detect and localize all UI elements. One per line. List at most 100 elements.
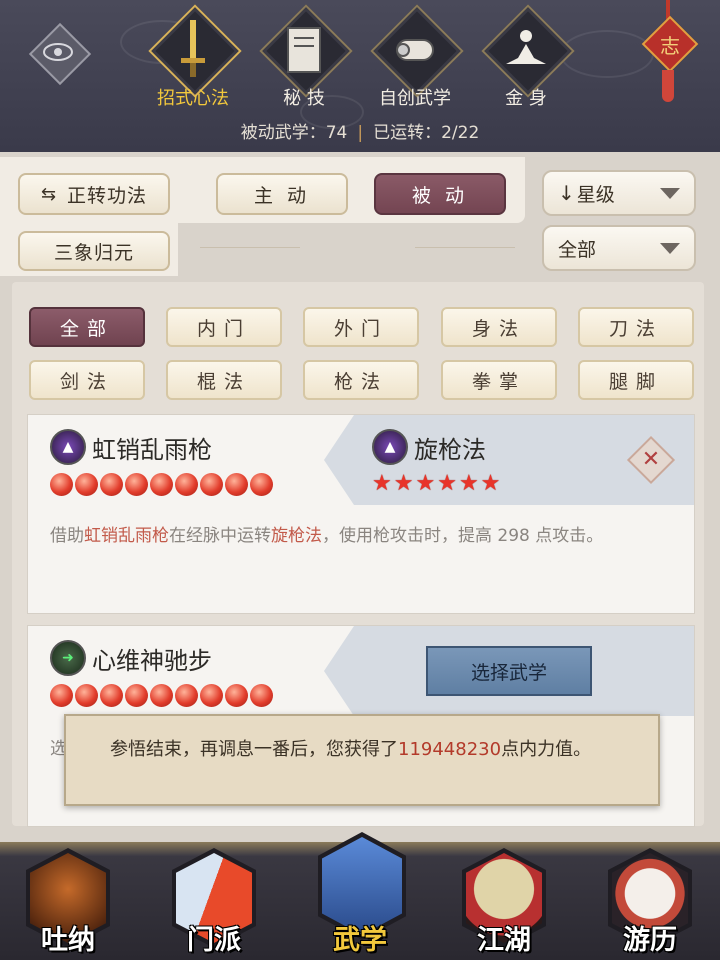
star-icon: ★	[393, 471, 414, 496]
star-icon: ★	[372, 471, 392, 496]
flame-rank-icon	[225, 684, 248, 707]
tab-jinshen-label: 金 身	[505, 88, 547, 109]
desc-mid: 在经脉中运转	[169, 526, 271, 546]
passive-skills-tab[interactable]: 被 动	[374, 173, 506, 215]
linked-skill-header[interactable]: ▲ 旋枪法	[372, 429, 486, 465]
flame-rank-icon	[100, 684, 123, 707]
star-icon: ★	[437, 471, 457, 496]
primary-skill-rank	[50, 684, 273, 707]
category-daofa[interactable]: 刀法	[578, 307, 694, 347]
category-quanzhang[interactable]: 拳掌	[441, 360, 557, 400]
spear-skill-icon: ▲	[372, 429, 408, 465]
swap-arrows-icon: ⇆	[40, 183, 58, 205]
select-skill-button[interactable]: 选择武学	[426, 646, 592, 696]
book-icon	[287, 27, 321, 73]
tab-zichuang-label: 自创武学	[379, 88, 451, 109]
scroll-icon	[396, 39, 434, 61]
footwork-skill-icon: ➜	[50, 640, 86, 676]
category-label: 枪法	[333, 370, 388, 393]
nav-menpai-label: 门派	[187, 925, 241, 956]
ornament-line-left	[200, 247, 300, 248]
scope-dropdown[interactable]: 全部	[542, 225, 696, 271]
primary-skill-header[interactable]: ▲ 虹销乱雨枪	[50, 429, 212, 465]
select-skill-label: 选择武学	[470, 661, 547, 684]
ornament-line-right	[415, 247, 515, 248]
category-label: 腿脚	[608, 370, 663, 393]
rotate-technique-label: 正转功法	[67, 184, 148, 207]
flame-rank-icon	[150, 473, 173, 496]
tab-miji[interactable]	[264, 10, 344, 90]
tab-zhaoshi-label: 招式心法	[157, 88, 229, 109]
category-gunfa[interactable]: 棍法	[166, 360, 282, 400]
close-icon: ✕	[641, 447, 661, 472]
flame-rank-icon	[75, 684, 98, 707]
linked-skill-name: 旋枪法	[414, 435, 486, 464]
charm-ornament[interactable]: 志	[641, 0, 699, 110]
desc-skill1: 虹销乱雨枪	[84, 526, 169, 546]
nav-youli-label: 游历	[623, 925, 677, 956]
star-icon: ★	[480, 471, 501, 496]
stats-line: 被动武学：74 | 已运转：2/22	[0, 118, 720, 143]
scope-dropdown-label: 全部	[558, 238, 597, 261]
chevron-down-icon	[660, 243, 680, 254]
category-jianfa[interactable]: 剑法	[29, 360, 145, 400]
meditation-icon	[506, 30, 546, 64]
category-waimen[interactable]: 外门	[303, 307, 419, 347]
flame-rank-icon	[175, 684, 198, 707]
flame-rank-icon	[175, 473, 198, 496]
tab-zichuang[interactable]	[375, 10, 455, 90]
flame-rank-icon	[250, 473, 273, 496]
skill-card-1: ▲ 虹销乱雨枪 ▲ 旋枪法 ★ ★ ★ ★ ★ ★ ✕ 借助虹销乱雨枪在经脉中运转旋枪法，…	[27, 414, 695, 614]
passive-count-label: 被动武学：	[240, 123, 326, 143]
category-label: 身法	[471, 317, 526, 340]
sort-dropdown-label: 星级	[576, 183, 615, 206]
category-label: 内门	[196, 317, 251, 340]
flame-rank-icon	[200, 473, 223, 496]
primary-skill-name: 虹销乱雨枪	[92, 435, 212, 464]
arrow-down-icon: ↓	[558, 181, 575, 205]
top-header: 招式心法 秘 技 自创武学 金 身 志 被动武学：74 | 已运转：2/22	[0, 0, 720, 152]
primary-skill-header[interactable]: ➜ 心维神驰步	[50, 640, 212, 676]
tab-zhaoshi[interactable]	[153, 10, 233, 90]
category-shenfa[interactable]: 身法	[441, 307, 557, 347]
category-label: 全部	[59, 317, 114, 340]
sort-dropdown[interactable]: ↓ 星级	[542, 170, 696, 216]
star-icon: ★	[458, 471, 479, 496]
charm-label: 志	[660, 34, 680, 58]
category-tuijiao[interactable]: 腿脚	[578, 360, 694, 400]
primary-skill-name: 心维神驰步	[92, 646, 212, 675]
rotate-technique-button[interactable]: ⇆ 正转功法	[18, 173, 170, 215]
running-count-label: 已运转：	[373, 123, 442, 143]
category-label: 刀法	[608, 317, 663, 340]
star-icon: ★	[415, 471, 436, 496]
toast-suffix: 点内力值。	[501, 739, 592, 760]
passive-count-value: 74	[325, 123, 348, 143]
category-neimen[interactable]: 内门	[166, 307, 282, 347]
tab-jinshen[interactable]	[486, 10, 566, 90]
category-all[interactable]: 全部	[29, 307, 145, 347]
category-label: 棍法	[196, 370, 251, 393]
spear-skill-icon: ▲	[50, 429, 86, 465]
desc-prefix: 借助	[50, 526, 84, 546]
flame-rank-icon	[100, 473, 123, 496]
active-skills-tab[interactable]: 主 动	[216, 173, 348, 215]
linked-skill-stars: ★ ★ ★ ★ ★ ★	[372, 473, 500, 495]
flame-rank-icon	[125, 684, 148, 707]
primary-skill-rank	[50, 473, 273, 496]
toast-message: 参悟结束，再调息一番后，您获得了119448230点内力值。	[110, 736, 630, 764]
flame-rank-icon	[150, 684, 173, 707]
desc-skill2: 旋枪法	[271, 526, 322, 546]
category-qiangfa[interactable]: 枪法	[303, 360, 419, 400]
category-label: 剑法	[59, 370, 114, 393]
category-label: 外门	[333, 317, 388, 340]
flame-rank-icon	[50, 473, 73, 496]
toast-prefix: 参悟结束，再调息一番后，您获得了	[110, 739, 398, 760]
flame-rank-icon	[250, 684, 273, 707]
nav-wuxue-label: 武学	[333, 925, 387, 956]
nav-tuna-label: 吐纳	[41, 925, 95, 956]
sanxiang-guiyuan-button[interactable]: 三象归元	[18, 231, 170, 271]
skill-effect-description: 借助虹销乱雨枪在经脉中运转旋枪法，使用枪攻击时，提高 298 点攻击。	[50, 521, 680, 546]
flame-rank-icon	[125, 473, 148, 496]
toast-number: 119448230	[398, 739, 502, 760]
passive-skills-label: 被 动	[411, 184, 469, 207]
